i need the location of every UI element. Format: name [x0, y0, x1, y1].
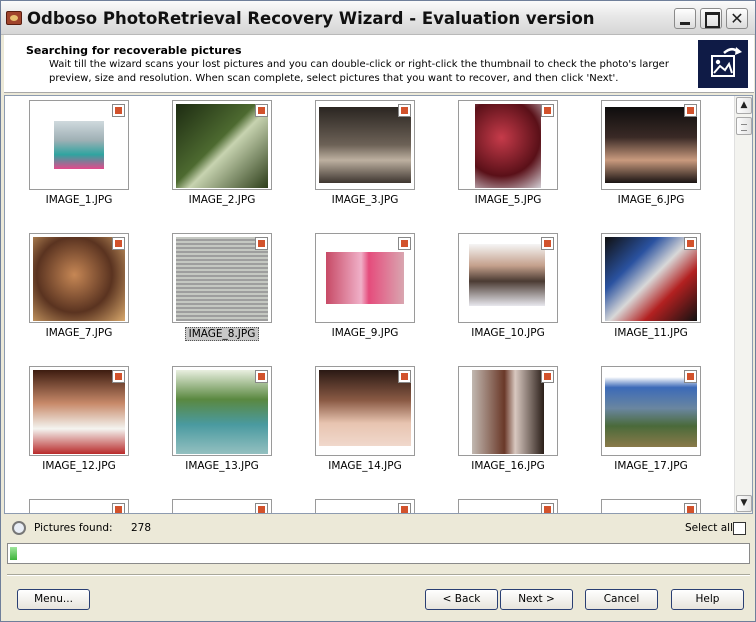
picture-filename[interactable]: IMAGE_11.JPG [596, 327, 706, 339]
file-type-icon [684, 104, 697, 117]
scan-progress-bar [7, 543, 750, 564]
picture-filename[interactable]: IMAGE_8.JPG [185, 327, 259, 341]
picture-thumbnail[interactable] [315, 233, 415, 323]
file-type-icon [541, 370, 554, 383]
vertical-scrollbar[interactable]: ▲ ▼ [734, 96, 752, 513]
file-type-icon [398, 104, 411, 117]
picture-filename[interactable]: IMAGE_5.JPG [453, 194, 563, 206]
window-title: Odboso PhotoRetrieval Recovery Wizard - … [27, 9, 595, 28]
header-title: Searching for recoverable pictures [26, 44, 242, 57]
file-type-icon [255, 237, 268, 250]
picture-filename[interactable]: IMAGE_6.JPG [596, 194, 706, 206]
picture-filename[interactable]: IMAGE_13.JPG [167, 460, 277, 472]
file-type-icon [255, 503, 268, 513]
picture-filename[interactable]: IMAGE_10.JPG [453, 327, 563, 339]
picture-thumbnail[interactable] [315, 366, 415, 456]
maximize-button[interactable] [700, 8, 722, 29]
file-type-icon [684, 237, 697, 250]
file-type-icon [684, 503, 697, 513]
picture-thumbnail[interactable] [29, 499, 129, 513]
picture-thumbnail[interactable] [172, 233, 272, 323]
file-type-icon [541, 237, 554, 250]
picture-filename[interactable]: IMAGE_17.JPG [596, 460, 706, 472]
photo-recovery-logo-icon [698, 40, 748, 88]
app-icon [6, 11, 22, 25]
picture-filename[interactable]: IMAGE_1.JPG [24, 194, 134, 206]
title-bar[interactable]: Odboso PhotoRetrieval Recovery Wizard - … [1, 1, 755, 35]
picture-thumbnail[interactable] [458, 100, 558, 190]
cancel-button[interactable]: Cancel [585, 589, 658, 610]
thumbnail-image [469, 244, 545, 306]
menu-button[interactable]: Menu... [17, 589, 90, 610]
header-description: Wait till the wizard scans your lost pic… [49, 59, 669, 84]
picture-thumbnail[interactable] [29, 100, 129, 190]
file-type-icon [255, 104, 268, 117]
file-type-icon [112, 370, 125, 383]
file-type-icon [112, 104, 125, 117]
scan-progress-fill [10, 547, 17, 560]
close-button[interactable]: ✕ [726, 8, 748, 29]
next-button[interactable]: Next > [500, 589, 573, 610]
picture-thumbnail[interactable] [458, 233, 558, 323]
picture-thumbnail[interactable] [29, 233, 129, 323]
scroll-up-button[interactable]: ▲ [736, 97, 752, 114]
close-icon: ✕ [730, 9, 744, 28]
file-type-icon [541, 104, 554, 117]
file-type-icon [398, 237, 411, 250]
thumbnail-image [54, 121, 104, 169]
file-type-icon [255, 370, 268, 383]
thumbnail-image [326, 252, 404, 304]
thumbnail-image [605, 377, 697, 447]
picture-thumbnail[interactable] [601, 366, 701, 456]
picture-filename[interactable]: IMAGE_16.JPG [453, 460, 563, 472]
minimize-button[interactable] [674, 8, 696, 29]
status-bar: Pictures found: 278 Select all [4, 515, 753, 541]
picture-filename[interactable]: IMAGE_2.JPG [167, 194, 277, 206]
file-type-icon [112, 503, 125, 513]
picture-filename[interactable]: IMAGE_12.JPG [24, 460, 134, 472]
pictures-found-label: Pictures found: [34, 522, 113, 534]
thumbnail-image [605, 107, 697, 183]
picture-thumbnail[interactable] [172, 100, 272, 190]
thumbnail-image [475, 104, 541, 188]
file-type-icon [398, 370, 411, 383]
picture-thumbnail[interactable] [315, 100, 415, 190]
picture-thumbnail[interactable] [601, 100, 701, 190]
magnifier-icon [12, 521, 26, 535]
picture-filename[interactable]: IMAGE_14.JPG [310, 460, 420, 472]
file-type-icon [112, 237, 125, 250]
picture-filename[interactable]: IMAGE_3.JPG [310, 194, 420, 206]
select-all-checkbox[interactable] [733, 522, 746, 535]
thumbnail-image [472, 370, 544, 454]
picture-thumbnail[interactable] [458, 366, 558, 456]
picture-thumbnail[interactable] [172, 366, 272, 456]
help-button[interactable]: Help [671, 589, 744, 610]
divider [7, 574, 750, 576]
picture-filename[interactable]: IMAGE_7.JPG [24, 327, 134, 339]
picture-thumbnail[interactable] [458, 499, 558, 513]
back-button[interactable]: < Back [425, 589, 498, 610]
thumbnail-list[interactable]: IMAGE_1.JPG IMAGE_2.JPG IMAGE_3.JPG IMAGE_5… [4, 95, 753, 514]
pictures-found-count: 278 [131, 522, 152, 534]
picture-filename[interactable]: IMAGE_9.JPG [310, 327, 420, 339]
wizard-header: Searching for recoverable pictures Wait … [4, 35, 754, 93]
wizard-window: Odboso PhotoRetrieval Recovery Wizard - … [0, 0, 756, 622]
scroll-down-button[interactable]: ▼ [736, 495, 752, 512]
thumbnail-image [319, 107, 411, 183]
picture-thumbnail[interactable] [601, 233, 701, 323]
picture-thumbnail[interactable] [601, 499, 701, 513]
file-type-icon [684, 370, 697, 383]
picture-thumbnail[interactable] [29, 366, 129, 456]
scrollbar-thumb[interactable] [736, 117, 752, 135]
picture-thumbnail[interactable] [315, 499, 415, 513]
file-type-icon [398, 503, 411, 513]
select-all-label[interactable]: Select all [685, 522, 733, 534]
file-type-icon [541, 503, 554, 513]
picture-thumbnail[interactable] [172, 499, 272, 513]
